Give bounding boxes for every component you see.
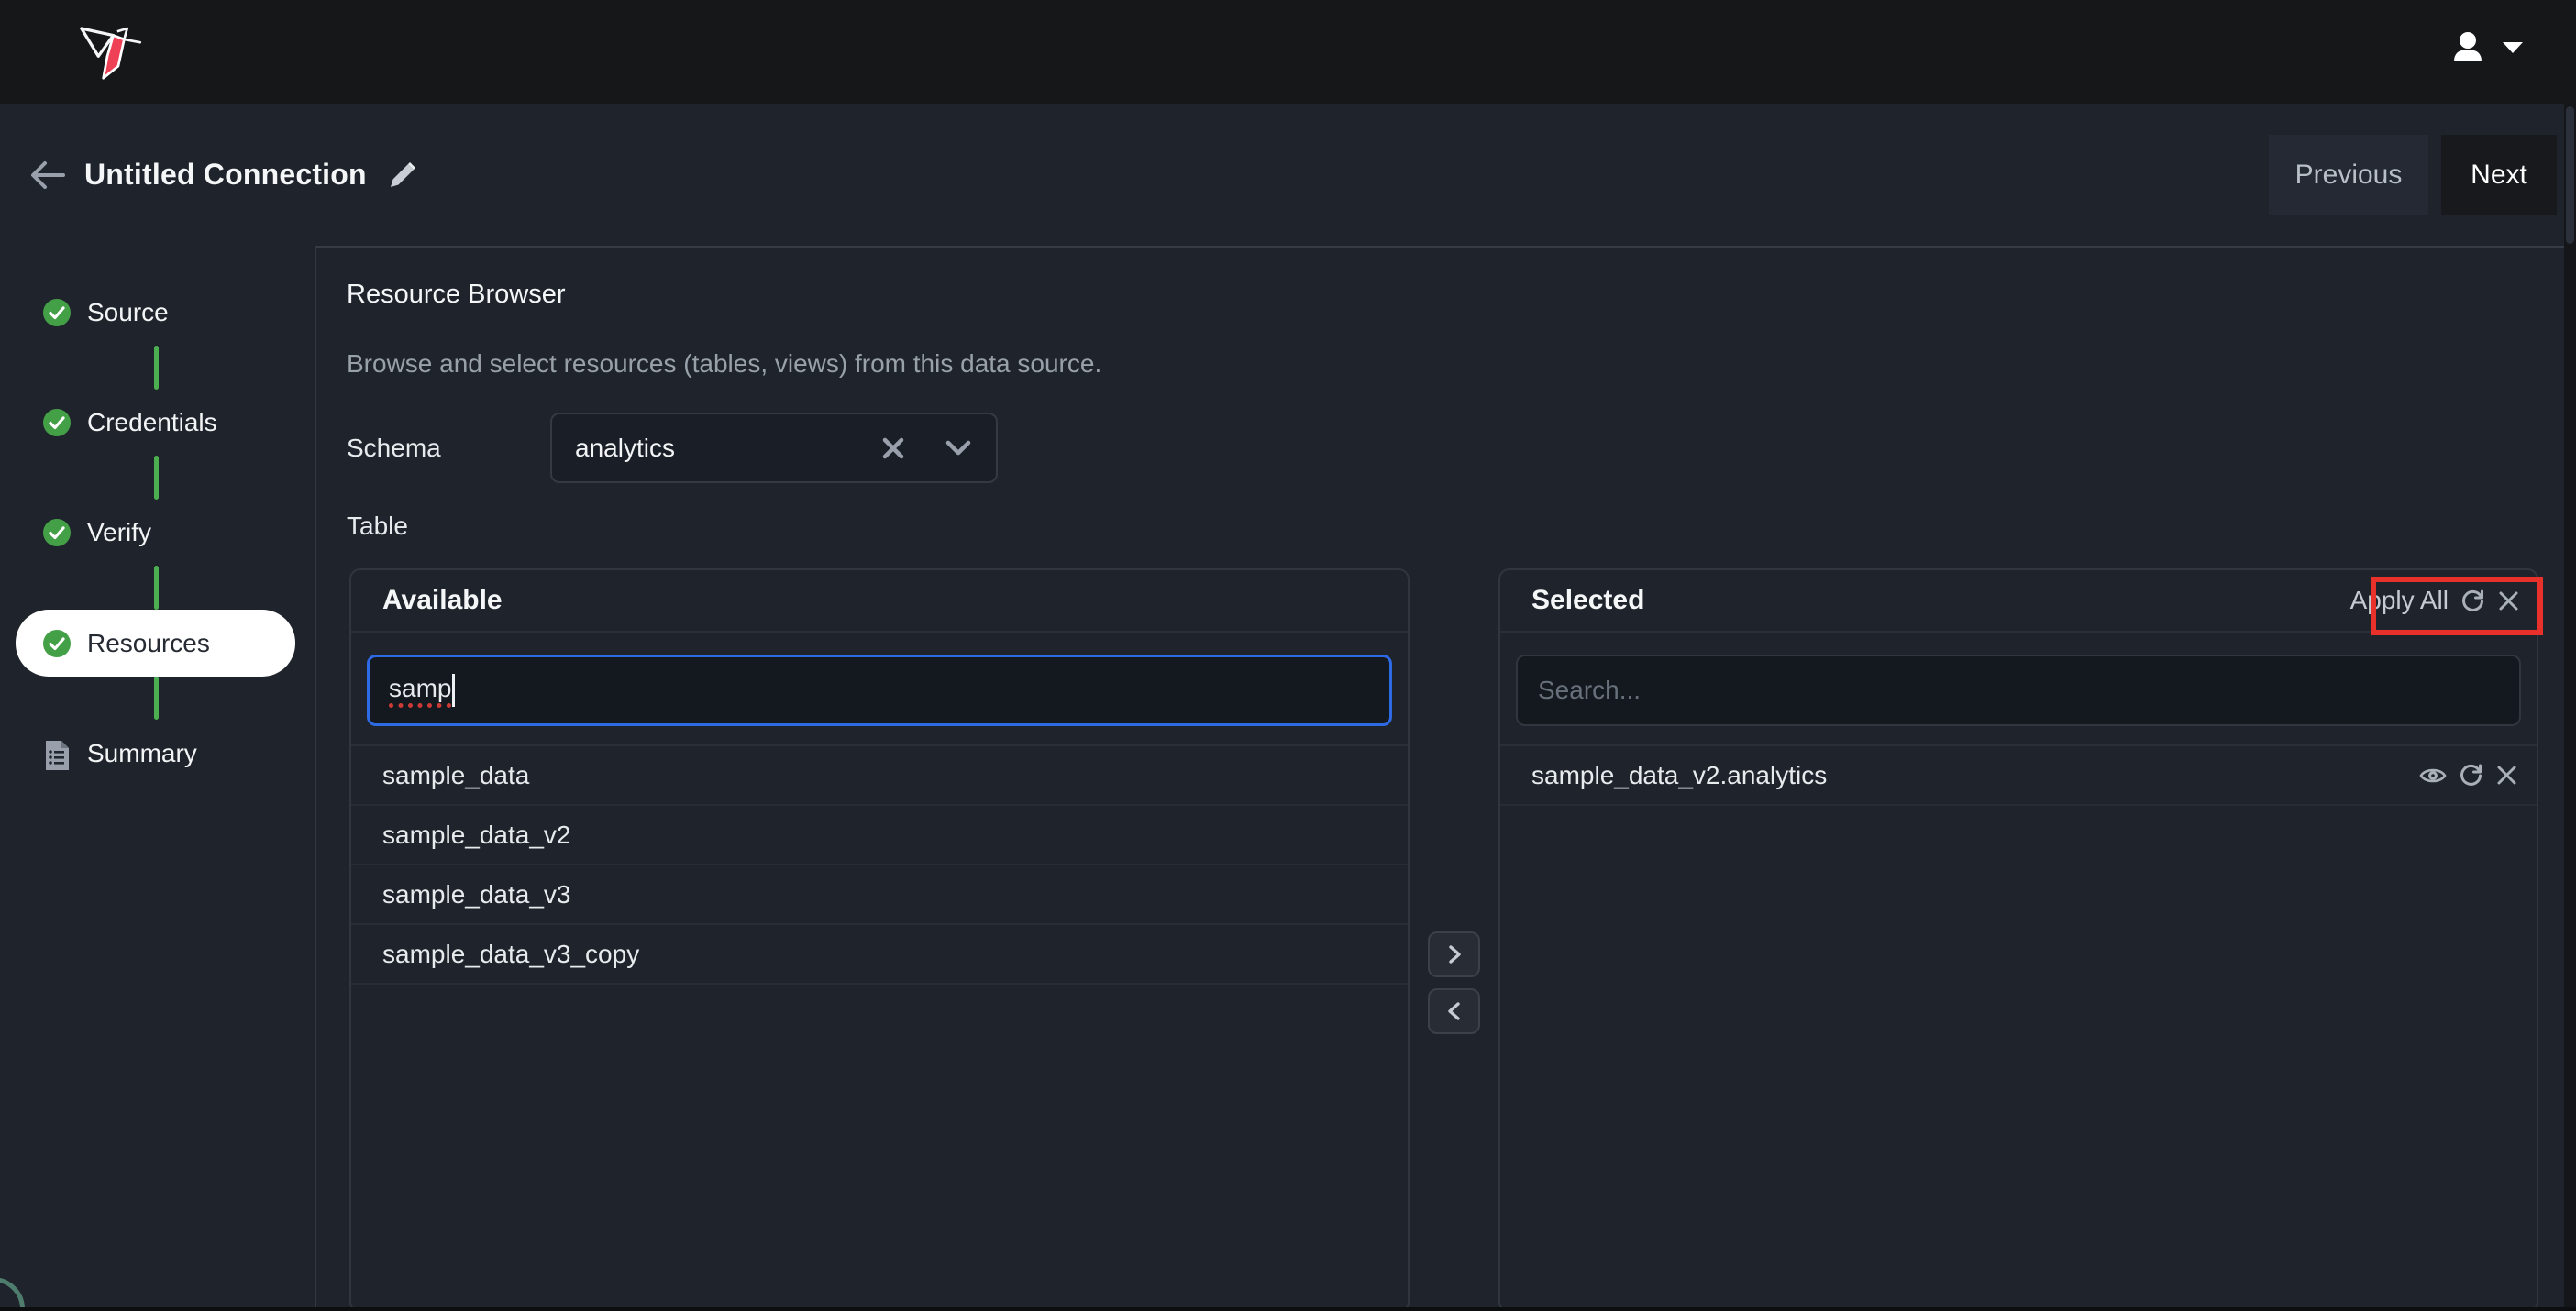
chevron-right-icon	[1444, 943, 1465, 965]
user-menu-button[interactable]	[2448, 28, 2525, 68]
stepper-label: Verify	[87, 518, 151, 547]
document-icon	[43, 740, 71, 767]
check-circle-icon	[43, 519, 71, 546]
stepper-item-resources[interactable]: Resources	[0, 616, 315, 671]
stepper-item-summary[interactable]: Summary	[0, 726, 315, 781]
schema-dropdown-chevron-icon[interactable]	[945, 440, 971, 457]
stepper-connector	[154, 456, 159, 500]
stepper-label: Credentials	[87, 408, 217, 437]
available-list-item[interactable]: sample_data_v2	[351, 806, 1408, 865]
top-app-bar	[0, 0, 2576, 104]
available-list-item[interactable]: sample_data_v3_copy	[351, 925, 1408, 985]
resource-name: sample_data_v2	[382, 821, 1389, 850]
stepper-item-verify[interactable]: Verify	[0, 505, 315, 560]
stepper-item-source[interactable]: Source	[0, 285, 315, 340]
stepper-connector	[154, 346, 159, 390]
header-actions: Previous Next	[2269, 135, 2557, 215]
remove-item-icon[interactable]	[2495, 764, 2518, 787]
available-search-input[interactable]: samp	[367, 655, 1392, 726]
page-title: Resource Browser	[347, 280, 566, 310]
next-button[interactable]: Next	[2441, 135, 2557, 215]
connection-wizard-page: Untitled Connection Previous Next Source…	[0, 0, 2576, 1311]
move-left-button[interactable]	[1428, 988, 1480, 1034]
check-circle-icon	[43, 299, 71, 326]
available-list: sample_data sample_data_v2 sample_data_v…	[351, 744, 1408, 985]
clear-all-icon[interactable]	[2497, 589, 2520, 612]
chevron-down-icon	[2501, 40, 2525, 55]
resource-name: sample_data_v3	[382, 880, 1389, 909]
hummingbird-logo-icon[interactable]	[72, 17, 143, 88]
edit-title-pencil-icon[interactable]	[387, 159, 420, 192]
chevron-left-icon	[1444, 1000, 1465, 1022]
selected-panel-title: Selected	[1531, 585, 1644, 616]
available-list-item[interactable]: sample_data_v3	[351, 865, 1408, 925]
check-circle-icon	[43, 409, 71, 436]
available-panel: Available samp sample_data sample_data_v…	[349, 568, 1410, 1311]
window-bottom-edge	[0, 1307, 2576, 1311]
page-scrollbar-track[interactable]	[2564, 104, 2576, 1311]
resource-name: sample_data	[382, 761, 1389, 790]
preview-eye-icon[interactable]	[2419, 765, 2447, 787]
selected-list-item[interactable]: sample_data_v2.analytics	[1500, 746, 2537, 806]
connection-title: Untitled Connection	[84, 158, 367, 192]
stepper-label: Resources	[87, 629, 210, 658]
page-description: Browse and select resources (tables, vie…	[347, 349, 1101, 379]
selected-item-actions	[2419, 763, 2518, 788]
search-query-text: samp	[389, 674, 451, 708]
selected-panel: Selected Apply All	[1498, 568, 2538, 1311]
available-panel-title: Available	[382, 585, 503, 616]
schema-selected-value: analytics	[575, 434, 881, 463]
schema-field-label: Schema	[347, 434, 441, 463]
available-search-section: samp	[351, 633, 1408, 744]
wizard-header: Untitled Connection Previous Next	[0, 104, 2576, 248]
resource-name: sample_data_v2.analytics	[1531, 761, 2419, 790]
available-panel-header: Available	[351, 570, 1408, 633]
resource-name: sample_data_v3_copy	[382, 940, 1389, 969]
refresh-item-icon[interactable]	[2459, 763, 2483, 788]
stepper-label: Source	[87, 298, 169, 327]
text-caret	[452, 674, 455, 707]
previous-button[interactable]: Previous	[2269, 135, 2428, 215]
table-field-label: Table	[347, 512, 408, 541]
refresh-all-icon[interactable]	[2460, 589, 2485, 613]
available-list-item[interactable]: sample_data	[351, 746, 1408, 806]
check-circle-icon	[43, 630, 71, 657]
apply-all-button[interactable]: Apply All	[2350, 586, 2449, 615]
stepper-connector	[154, 566, 159, 610]
selected-search-section	[1500, 633, 2537, 744]
stepper-label: Summary	[87, 739, 197, 768]
back-arrow-icon[interactable]	[28, 155, 68, 195]
user-avatar-icon	[2448, 28, 2488, 68]
stepper-item-credentials[interactable]: Credentials	[0, 395, 315, 450]
page-scrollbar-thumb[interactable]	[2566, 106, 2574, 244]
selected-panel-header: Selected Apply All	[1500, 570, 2537, 633]
stepper-connector	[154, 676, 159, 720]
clear-schema-icon[interactable]	[881, 436, 905, 460]
schema-select[interactable]: analytics	[550, 413, 998, 483]
move-right-button[interactable]	[1428, 931, 1480, 977]
selected-search-input[interactable]	[1516, 655, 2521, 726]
selected-list: sample_data_v2.analytics	[1500, 744, 2537, 806]
selected-panel-actions: Apply All	[2350, 586, 2522, 615]
